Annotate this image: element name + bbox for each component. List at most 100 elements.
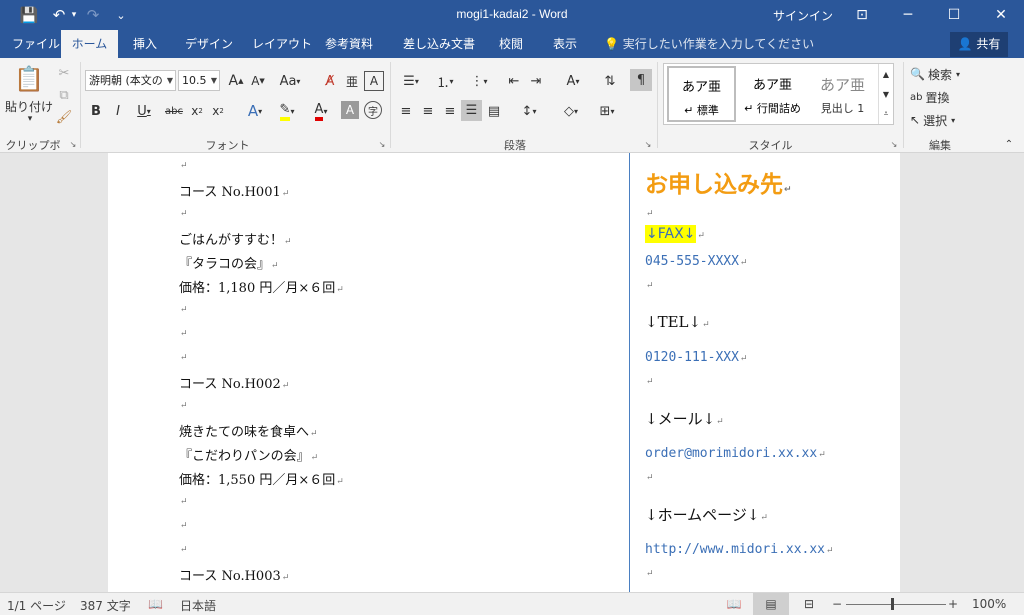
tab-mailings[interactable]: 差し込み文書 — [394, 30, 484, 58]
styles-launcher-icon[interactable]: ↘ — [889, 139, 899, 149]
mail-label: ↓メール↓↵ — [645, 410, 724, 428]
share-button[interactable]: 👤 共有 — [950, 32, 1008, 57]
font-color-icon[interactable]: A ▾ — [306, 101, 336, 121]
tab-view[interactable]: 表示 — [544, 30, 586, 58]
enclose-characters-icon[interactable]: 字 — [364, 101, 382, 119]
tab-references[interactable]: 参考資料 — [316, 30, 382, 58]
style-heading-1[interactable]: あア亜 見出し 1 — [808, 66, 877, 122]
change-case-icon[interactable]: Aa ▾ — [276, 71, 304, 91]
multilevel-list-icon[interactable]: ⋮ ▾ — [464, 71, 494, 91]
format-painter-icon[interactable]: 🖌 — [55, 108, 73, 126]
phonetic-guide-icon[interactable]: 亜 — [342, 71, 362, 91]
paste-icon[interactable]: 📋 — [12, 64, 46, 94]
cursor-icon: ↖ — [910, 113, 921, 127]
tab-review[interactable]: 校閲 — [490, 30, 532, 58]
line-spacing-icon[interactable]: ↕ ▾ — [514, 101, 544, 121]
chevron-down-icon[interactable]: ▼ — [167, 71, 173, 90]
web-layout-icon[interactable]: ⊟ — [800, 597, 818, 611]
character-border-icon[interactable]: A — [364, 71, 384, 91]
sort-icon[interactable]: ⇅ — [600, 71, 620, 91]
shading-icon[interactable]: ◇ ▾ — [556, 101, 586, 121]
print-layout-icon[interactable]: ▤ — [753, 593, 789, 615]
find-button[interactable]: 🔍 検索 ▾ — [910, 65, 974, 83]
copy-icon[interactable]: ⧉ — [55, 86, 73, 104]
tab-insert[interactable]: 挿入 — [124, 30, 166, 58]
tab-home[interactable]: ホーム — [61, 30, 118, 58]
style-normal[interactable]: あア亜 ↵ 標準 — [667, 66, 736, 122]
style-preview: あア亜 — [752, 78, 792, 93]
highlight-icon[interactable]: ✎ ▾ — [272, 101, 302, 121]
paste-dropdown-icon[interactable]: ▾ — [24, 114, 36, 124]
doc-line: 『こだわりパンの会』↵ — [179, 449, 319, 464]
zoom-slider-thumb[interactable] — [891, 598, 894, 610]
tab-design[interactable]: デザイン — [176, 30, 242, 58]
doc-line: 焼きたての味を食卓へ↵ — [179, 425, 318, 440]
styles-scroll-down-icon[interactable]: ▼ — [878, 84, 893, 104]
shrink-font-icon[interactable]: A ▼ — [248, 71, 268, 91]
proofing-icon[interactable]: 📖 — [148, 597, 163, 611]
show-formatting-marks-icon[interactable]: ¶ — [630, 69, 652, 91]
separator — [657, 62, 658, 148]
justify-icon[interactable]: ☰ — [461, 100, 482, 121]
bold-icon[interactable]: B — [86, 101, 106, 121]
zoom-level[interactable]: 100% — [972, 597, 1006, 611]
italic-icon[interactable]: I — [108, 101, 128, 121]
maximize-button[interactable]: ☐ — [931, 0, 977, 30]
ribbon-display-options-button[interactable]: ⊡ — [839, 0, 885, 30]
styles-group-label: スタイル — [748, 139, 793, 152]
tell-me-box[interactable]: 💡 実行したい作業を入力してください — [604, 30, 814, 58]
zoom-in-icon[interactable]: + — [948, 597, 958, 611]
borders-icon[interactable]: ⊞ ▾ — [592, 101, 622, 121]
subscript-icon[interactable]: x2 — [188, 101, 206, 121]
align-right-icon[interactable]: ≡ — [440, 101, 460, 121]
signin-link[interactable]: サインイン — [773, 7, 833, 24]
minimize-button[interactable]: ─ — [885, 0, 931, 30]
font-name-box[interactable]: 游明朝 (本文の ▼ — [85, 70, 176, 91]
decrease-indent-icon[interactable]: ⇤ — [504, 71, 524, 91]
collapse-ribbon-icon[interactable]: ⌃ — [1002, 137, 1016, 151]
align-center-icon[interactable]: ≡ — [418, 101, 438, 121]
document-page[interactable]: ↵ コース No.H001↵ ↵ ごはんがすすむ！↵ 『タラコの会』↵ 価格：1… — [108, 153, 900, 592]
clipboard-launcher-icon[interactable]: ↘ — [68, 139, 78, 149]
replace-button[interactable]: ab 置換 — [910, 88, 974, 106]
select-label: 選択 — [923, 113, 948, 128]
page-count[interactable]: 1/1 ページ — [7, 597, 66, 614]
close-button[interactable]: ✕ — [978, 0, 1024, 30]
distributed-icon[interactable]: ▤ — [484, 101, 504, 121]
separator — [390, 62, 391, 148]
cut-icon[interactable]: ✂ — [55, 64, 73, 82]
increase-indent-icon[interactable]: ⇥ — [526, 71, 546, 91]
align-left-icon[interactable]: ≡ — [396, 101, 416, 121]
font-group-label: フォント — [205, 139, 250, 152]
document-area: ↵ コース No.H001↵ ↵ ごはんがすすむ！↵ 『タラコの会』↵ 価格：1… — [0, 153, 1024, 592]
asian-layout-icon[interactable]: A ▾ — [558, 71, 588, 91]
style-preview: あア亜 — [681, 80, 721, 95]
zoom-out-icon[interactable]: − — [832, 597, 842, 611]
read-mode-icon[interactable]: 📖 — [726, 597, 742, 611]
underline-icon[interactable]: U ▾ — [130, 101, 158, 121]
font-launcher-icon[interactable]: ↘ — [377, 139, 387, 149]
superscript-icon[interactable]: x2 — [209, 101, 227, 121]
character-shading-icon[interactable]: A — [341, 101, 359, 119]
clear-formatting-icon[interactable]: A̸ — [320, 71, 340, 91]
style-no-spacing[interactable]: あア亜 ↵ 行間詰め — [738, 66, 807, 122]
zoom-slider[interactable] — [846, 604, 946, 605]
styles-more-icon[interactable]: ⩡ — [878, 104, 893, 124]
tab-file[interactable]: ファイル — [3, 30, 69, 58]
doc-line: コース No.H003↵ — [179, 569, 290, 584]
numbering-icon[interactable]: ⒈ ▾ — [430, 71, 460, 91]
word-count[interactable]: 387 文字 — [80, 597, 131, 614]
text-effects-icon[interactable]: A ▾ — [240, 101, 270, 121]
select-button[interactable]: ↖ 選択 ▾ — [910, 111, 974, 129]
font-size-box[interactable]: 10.5 ▼ — [178, 70, 220, 91]
grow-font-icon[interactable]: A ▲ — [226, 71, 246, 91]
strikethrough-icon[interactable]: abc — [163, 101, 185, 121]
styles-scroll-up-icon[interactable]: ▲ — [878, 64, 893, 84]
tab-layout[interactable]: レイアウト — [243, 30, 321, 58]
language[interactable]: 日本語 — [180, 597, 216, 614]
paste-button-label[interactable]: 貼り付け — [2, 98, 56, 114]
chevron-down-icon[interactable]: ▼ — [211, 71, 217, 90]
paragraph-launcher-icon[interactable]: ↘ — [643, 139, 653, 149]
bullets-icon[interactable]: ☰ ▾ — [396, 71, 426, 91]
doc-line: ↵ — [646, 473, 654, 483]
